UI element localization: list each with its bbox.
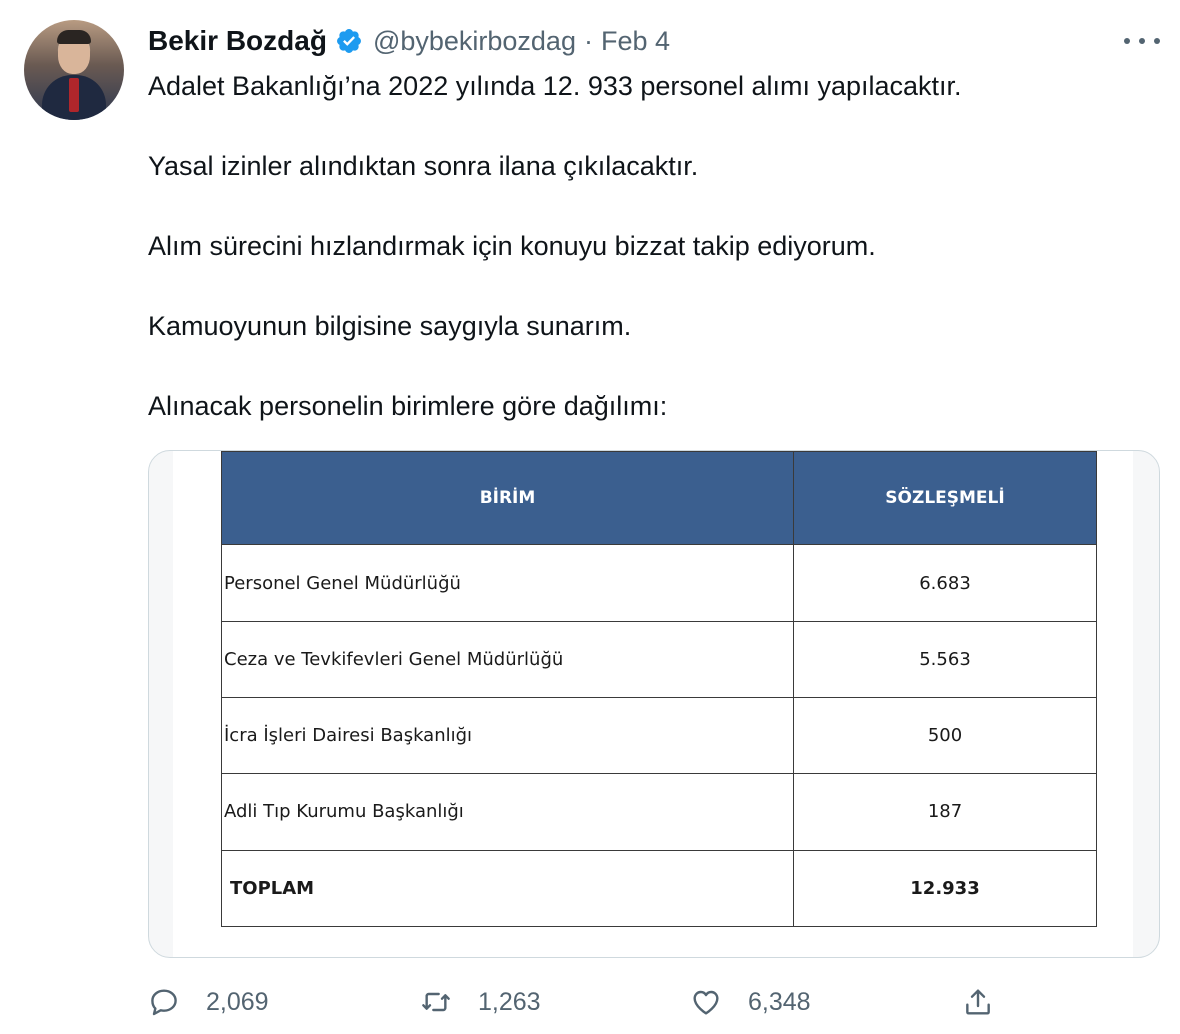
personnel-table: BİRİM SÖZLEŞMELİ Personel Genel Müdürlüğ… [221,451,1097,928]
tweet-paragraph: Alım sürecini hızlandırmak için konuyu b… [148,231,876,261]
separator-dot: · [583,25,593,56]
table-total-row: TOPLAM 12.933 [221,849,1097,928]
like-button[interactable]: 6,348 [690,978,811,1026]
more-dot [1124,38,1130,44]
verified-badge-icon [336,29,361,53]
reply-icon [151,989,177,1016]
tweet-paragraph: Adalet Bakanlığı’na 2022 yılında 12. 933… [148,71,962,101]
total-label: TOPLAM [221,849,794,928]
avatar[interactable] [24,20,124,120]
column-header-contract: SÖZLEŞMELİ [793,451,1097,546]
unit-cell: Adli Tıp Kurumu Başkanlığı [221,773,794,851]
table-header-row: BİRİM SÖZLEŞMELİ [221,451,1097,546]
reply-count: 2,069 [206,987,269,1016]
tweet-text: Adalet Bakanlığı’na 2022 yılında 12. 933… [148,66,1148,426]
count-cell: 5.563 [793,620,1097,699]
unit-cell: İcra İşleri Dairesi Başkanlığı [221,697,794,775]
avatar-tie [69,78,79,112]
table-row: Ceza ve Tevkifevleri Genel Müdürlüğü 5.5… [221,620,1097,699]
tweet-media-image[interactable]: BİRİM SÖZLEŞMELİ Personel Genel Müdürlüğ… [148,450,1160,958]
document-page: BİRİM SÖZLEŞMELİ Personel Genel Müdürlüğ… [173,451,1133,957]
retweet-icon [422,992,450,1012]
tweet-paragraph: Kamuoyunun bilgisine saygıyla sunarım. [148,311,632,341]
count-cell: 187 [793,773,1097,851]
tweet-paragraph: Alınacak personelin birimlere göre dağıl… [148,391,668,421]
share-icon [966,989,990,1015]
count-cell: 500 [793,697,1097,775]
reply-button[interactable]: 2,069 [148,978,269,1026]
retweet-count: 1,263 [478,987,541,1016]
retweet-button[interactable]: 1,263 [420,978,541,1026]
like-count: 6,348 [748,987,811,1016]
more-icon[interactable] [1124,26,1160,56]
tweet-header: Bekir Bozdağ @bybekirbozdag · Feb 4 [148,24,670,58]
tweet-date[interactable]: Feb 4 [601,26,670,57]
total-count: 12.933 [793,849,1097,928]
more-dot [1139,38,1145,44]
avatar-hair [57,30,91,44]
unit-cell: Ceza ve Tevkifevleri Genel Müdürlüğü [221,620,794,699]
table-row: Personel Genel Müdürlüğü 6.683 [221,544,1097,622]
table-row: Adli Tıp Kurumu Başkanlığı 187 [221,773,1097,851]
table-row: İcra İşleri Dairesi Başkanlığı 500 [221,697,1097,775]
author-handle[interactable]: @bybekirbozdag [373,26,576,57]
more-dot [1154,38,1160,44]
tweet: Bekir Bozdağ @bybekirbozdag · Feb 4 Adal… [0,0,1180,1034]
tweet-paragraph: Yasal izinler alındıktan sonra ilana çık… [148,151,699,181]
column-header-unit: BİRİM [221,451,794,546]
tweet-actions: 2,069 1,263 6,348 [148,978,1160,1026]
count-cell: 6.683 [793,544,1097,622]
author-name[interactable]: Bekir Bozdağ [148,25,327,57]
unit-cell: Personel Genel Müdürlüğü [221,544,794,622]
share-button[interactable] [962,978,994,1026]
heart-icon [693,990,719,1015]
